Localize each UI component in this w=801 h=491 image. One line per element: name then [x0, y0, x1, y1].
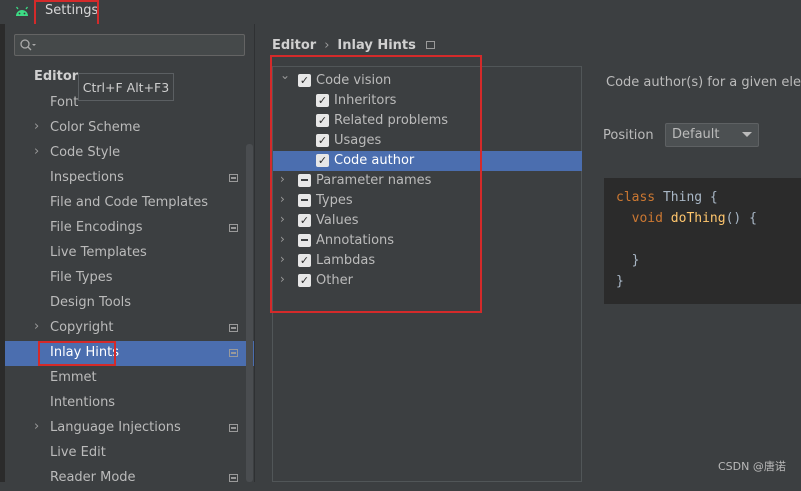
inlay-hints-highlight-box [38, 341, 116, 366]
sidebar-item-file-types[interactable]: File Types [5, 266, 254, 291]
sidebar-item-label: File and Code Templates [50, 195, 208, 210]
sidebar-item-label: Copyright [50, 320, 114, 335]
code-line: class Thing { [616, 190, 718, 205]
sidebar-item-code-style[interactable]: › Code Style [5, 141, 254, 166]
code-line: void doThing() { [616, 211, 757, 226]
breadcrumb-current: Inlay Hints [337, 38, 416, 53]
breadcrumb: Editor › Inlay Hints [272, 38, 435, 53]
position-dropdown[interactable]: Default [665, 123, 759, 147]
code-token: } [616, 253, 640, 268]
chevron-right-icon[interactable]: › [34, 119, 39, 134]
sidebar-item-live-templates[interactable]: Live Templates [5, 241, 254, 266]
sidebar-item-inspections[interactable]: Inspections [5, 166, 254, 191]
sidebar-item-label: Color Scheme [50, 120, 141, 135]
sidebar-item-label: Inspections [50, 170, 124, 185]
sidebar-item-label: Live Templates [50, 245, 147, 260]
project-scope-icon [229, 224, 238, 232]
sidebar-item-label: Emmet [50, 370, 97, 385]
watermark: CSDN @唐诺 [718, 460, 786, 473]
sidebar-item-intentions[interactable]: Intentions [5, 391, 254, 416]
sidebar-item-copyright[interactable]: › Copyright [5, 316, 254, 341]
sidebar-item-live-edit[interactable]: Live Edit [5, 441, 254, 466]
chevron-right-icon[interactable]: › [34, 144, 39, 159]
position-label: Position [603, 128, 654, 143]
sidebar-item-label: File Types [50, 270, 113, 285]
project-scope-icon [229, 424, 238, 432]
sidebar-item-label: Font [50, 95, 79, 110]
code-token: } [616, 274, 624, 289]
sidebar-item-emmet[interactable]: Emmet [5, 366, 254, 391]
code-token: { [702, 190, 718, 205]
code-token: void [616, 211, 671, 226]
title-highlight-box [34, 0, 99, 26]
sidebar-item-label: Intentions [50, 395, 116, 410]
project-scope-icon [229, 174, 238, 182]
code-token: class [616, 190, 663, 205]
settings-search-input[interactable] [14, 34, 245, 56]
hint-description: Code author(s) for a given element [606, 75, 801, 90]
sidebar-item-label: Design Tools [50, 295, 132, 310]
sidebar-item-label: Language Injections [50, 420, 181, 435]
sidebar-scrollbar[interactable] [246, 144, 253, 482]
dropdown-arrow-icon [742, 132, 752, 137]
project-scope-icon [425, 41, 435, 49]
android-studio-icon [15, 6, 29, 16]
code-line: } [616, 253, 640, 268]
sidebar-item-font[interactable]: Font [5, 91, 254, 116]
code-preview: class Thing { void doThing() { }} [604, 178, 801, 304]
sidebar-item-file-and-code-templates[interactable]: File and Code Templates [5, 191, 254, 216]
sidebar-item-file-encodings[interactable]: File Encodings [5, 216, 254, 241]
sidebar-item-color-scheme[interactable]: › Color Scheme [5, 116, 254, 141]
breadcrumb-separator: › [324, 38, 330, 53]
sidebar-item-label: Reader Mode [50, 470, 136, 485]
sidebar-item-reader-mode[interactable]: Reader Mode [5, 466, 254, 491]
tree-highlight-box [270, 55, 482, 313]
project-scope-icon [229, 349, 238, 357]
pane-divider[interactable] [254, 24, 255, 482]
search-icon [20, 39, 36, 51]
sidebar-item-design-tools[interactable]: Design Tools [5, 291, 254, 316]
chevron-right-icon[interactable]: › [34, 319, 39, 334]
sidebar-item-label: File Encodings [50, 220, 143, 235]
position-dropdown-value: Default [672, 127, 720, 142]
project-scope-icon [229, 474, 238, 482]
sidebar-section-editor[interactable]: Editor [34, 69, 78, 84]
sidebar-item-label: Live Edit [50, 445, 106, 460]
code-token: Thing [662, 190, 703, 205]
code-token: () { [725, 211, 757, 226]
title-bar [0, 0, 801, 24]
sidebar-item-label: Code Style [50, 145, 121, 160]
project-scope-icon [229, 324, 238, 332]
chevron-right-icon[interactable]: › [34, 419, 39, 434]
code-line: } [616, 274, 624, 289]
sidebar-item-language-injections[interactable]: › Language Injections [5, 416, 254, 441]
breadcrumb-parent[interactable]: Editor [272, 38, 316, 53]
code-token: doThing [670, 211, 726, 226]
